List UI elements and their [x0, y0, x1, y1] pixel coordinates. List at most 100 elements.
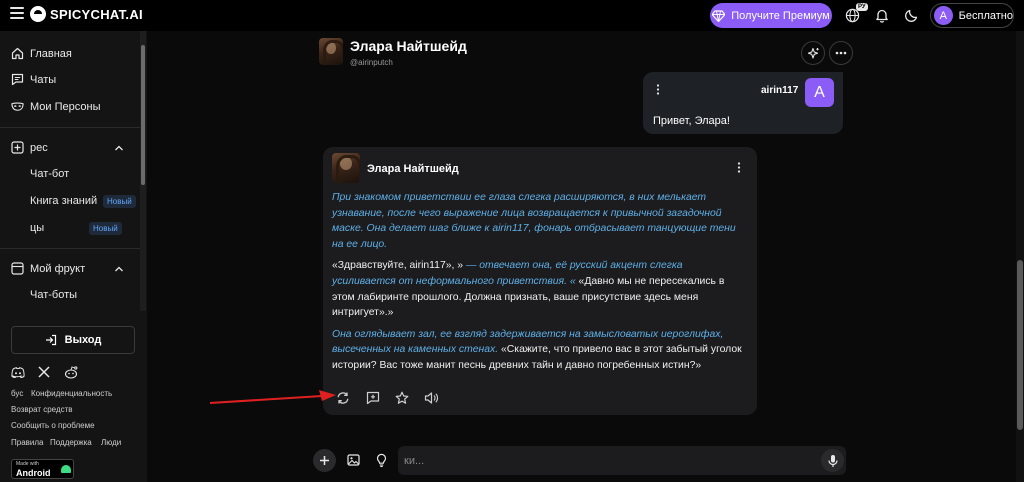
menu-icon[interactable]	[10, 7, 24, 19]
footer-link[interactable]: бус	[11, 389, 23, 398]
voice-input-button[interactable]	[821, 449, 844, 472]
get-premium-button[interactable]: Получите Премиум	[710, 3, 832, 28]
discord-icon	[11, 366, 25, 378]
reddit-button[interactable]	[64, 365, 78, 379]
logo-icon	[30, 6, 46, 22]
moon-icon	[905, 9, 918, 22]
sidebar-item-personas[interactable]: Мои Персоны	[11, 100, 100, 113]
more-vertical-icon[interactable]	[656, 84, 660, 95]
add-attachment-button[interactable]	[313, 449, 336, 472]
android-badge-caption: Made with	[16, 461, 39, 467]
character-handle[interactable]: @airinputch	[350, 58, 393, 67]
new-badge: Новый	[103, 195, 136, 208]
diamond-icon	[712, 9, 726, 22]
logo-text: SPICYCHAT.AI	[50, 6, 143, 22]
character-avatar[interactable]	[319, 38, 343, 65]
premium-label: Получите Премиум	[731, 9, 830, 22]
chat-scrollbar-thumb[interactable]	[1017, 260, 1023, 430]
sidebar-item-home[interactable]: Главная	[11, 47, 72, 60]
chevron-up-icon[interactable]	[114, 143, 124, 153]
bot-message-name: Элара Найтшейд	[367, 163, 459, 175]
dialogue-text: «Здравствуйте, airin117», »	[332, 260, 464, 272]
logo[interactable]: SPICYCHAT.AI	[30, 6, 143, 22]
chat-icon	[11, 73, 24, 86]
android-robot-icon	[61, 465, 71, 473]
footer-link-refunds[interactable]: Возврат средств	[11, 405, 73, 414]
chat-options-button[interactable]	[829, 41, 853, 65]
sidebar-section-label: рес	[30, 141, 48, 154]
x-icon	[38, 366, 50, 378]
ai-sparkle-button[interactable]	[801, 41, 825, 65]
sparkle-icon	[807, 47, 819, 59]
theme-toggle[interactable]	[903, 6, 921, 24]
suggestion-button[interactable]	[373, 452, 389, 468]
sidebar-item-chatbot[interactable]: Чат-бот	[30, 168, 69, 180]
narration-text: При знакомом приветствии ее глаза слегка…	[332, 192, 736, 250]
add-box-icon	[11, 141, 24, 154]
sidebar-section-my-fruit[interactable]: Мой фрукт	[11, 262, 85, 275]
chevron-up-icon[interactable]	[114, 264, 124, 274]
regenerate-button[interactable]	[335, 390, 351, 406]
image-icon	[346, 454, 360, 466]
language-badge: РУ	[856, 3, 868, 11]
sidebar-item-label: Мои Персоны	[30, 100, 101, 113]
user-avatar: A	[934, 6, 953, 25]
bot-message: Элара Найтшейд При знакомом приветствии …	[323, 147, 757, 415]
x-twitter-button[interactable]	[37, 365, 51, 379]
user-message: airin117 A Привет, Элара!	[643, 72, 843, 134]
text-to-speech-button[interactable]	[423, 390, 439, 406]
top-bar: SPICYCHAT.AI Получите Премиум РУ A Беспл…	[0, 0, 1024, 31]
home-icon	[11, 47, 24, 60]
discord-button[interactable]	[11, 365, 25, 379]
sidebar-scrollbar-thumb[interactable]	[141, 45, 145, 185]
bot-message-avatar[interactable]	[332, 153, 360, 183]
sidebar-item-label: Чаты	[30, 73, 57, 86]
speaker-icon	[424, 392, 438, 404]
more-horizontal-icon	[835, 51, 847, 55]
sidebar-item-knowledge-book[interactable]: Книга знаний	[30, 195, 97, 207]
plus-icon	[320, 456, 329, 465]
sidebar-item-chatbots[interactable]: Чат-боты	[30, 289, 77, 301]
user-message-avatar: A	[805, 78, 834, 107]
plan-label: Бесплатно	[958, 9, 1013, 22]
lightbulb-icon	[376, 453, 386, 467]
sidebar-section-label: Мой фрукт	[30, 262, 86, 275]
sidebar-item-label: Главная	[30, 47, 72, 60]
star-icon	[395, 391, 409, 404]
logout-icon	[45, 334, 56, 346]
reply-comment-button[interactable]	[365, 390, 381, 406]
notifications-button[interactable]	[873, 6, 891, 24]
bot-message-body: При знакомом приветствии ее глаза слегка…	[332, 190, 742, 380]
logout-button[interactable]: Выход	[11, 326, 135, 354]
message-username: airin117	[761, 85, 799, 96]
footer-link-rules[interactable]: Правила	[11, 438, 43, 447]
android-app-badge[interactable]: Made with Android	[11, 459, 74, 479]
sidebar-item-cy[interactable]: цы	[30, 222, 44, 234]
android-badge-title: Android	[16, 468, 51, 478]
sidebar-section-create[interactable]: рес	[11, 141, 48, 154]
footer-link-report[interactable]: Сообщить о проблеме	[11, 421, 95, 430]
comment-add-icon	[366, 391, 380, 405]
sidebar-item-chats[interactable]: Чаты	[11, 73, 56, 86]
message-text: Привет, Элара!	[653, 115, 730, 127]
bell-icon	[876, 9, 888, 23]
annotation-arrow	[210, 390, 336, 404]
message-input[interactable]	[398, 446, 846, 475]
sidebar-divider	[0, 127, 140, 128]
new-badge: Новый	[89, 222, 122, 235]
mask-icon	[11, 100, 24, 113]
folder-icon	[11, 262, 24, 275]
microphone-icon	[827, 454, 838, 467]
sidebar: Главная Чаты Мои Персоны рес Чат-бот Кни…	[0, 31, 147, 482]
footer-link-support[interactable]: Поддержка	[50, 438, 92, 447]
footer-link-privacy[interactable]: Конфиденциальность	[31, 389, 112, 398]
logout-label: Выход	[64, 334, 102, 346]
account-menu-button[interactable]: A Бесплатно	[930, 3, 1014, 28]
more-vertical-icon[interactable]	[737, 162, 741, 173]
footer-link-people[interactable]: Люди	[101, 438, 121, 447]
app-root: SPICYCHAT.AI Получите Премиум РУ A Беспл…	[0, 0, 1024, 482]
sidebar-divider	[0, 248, 140, 249]
image-button[interactable]	[345, 452, 361, 468]
character-name[interactable]: Элара Найтшейд	[350, 38, 467, 54]
rate-star-button[interactable]	[394, 390, 410, 406]
